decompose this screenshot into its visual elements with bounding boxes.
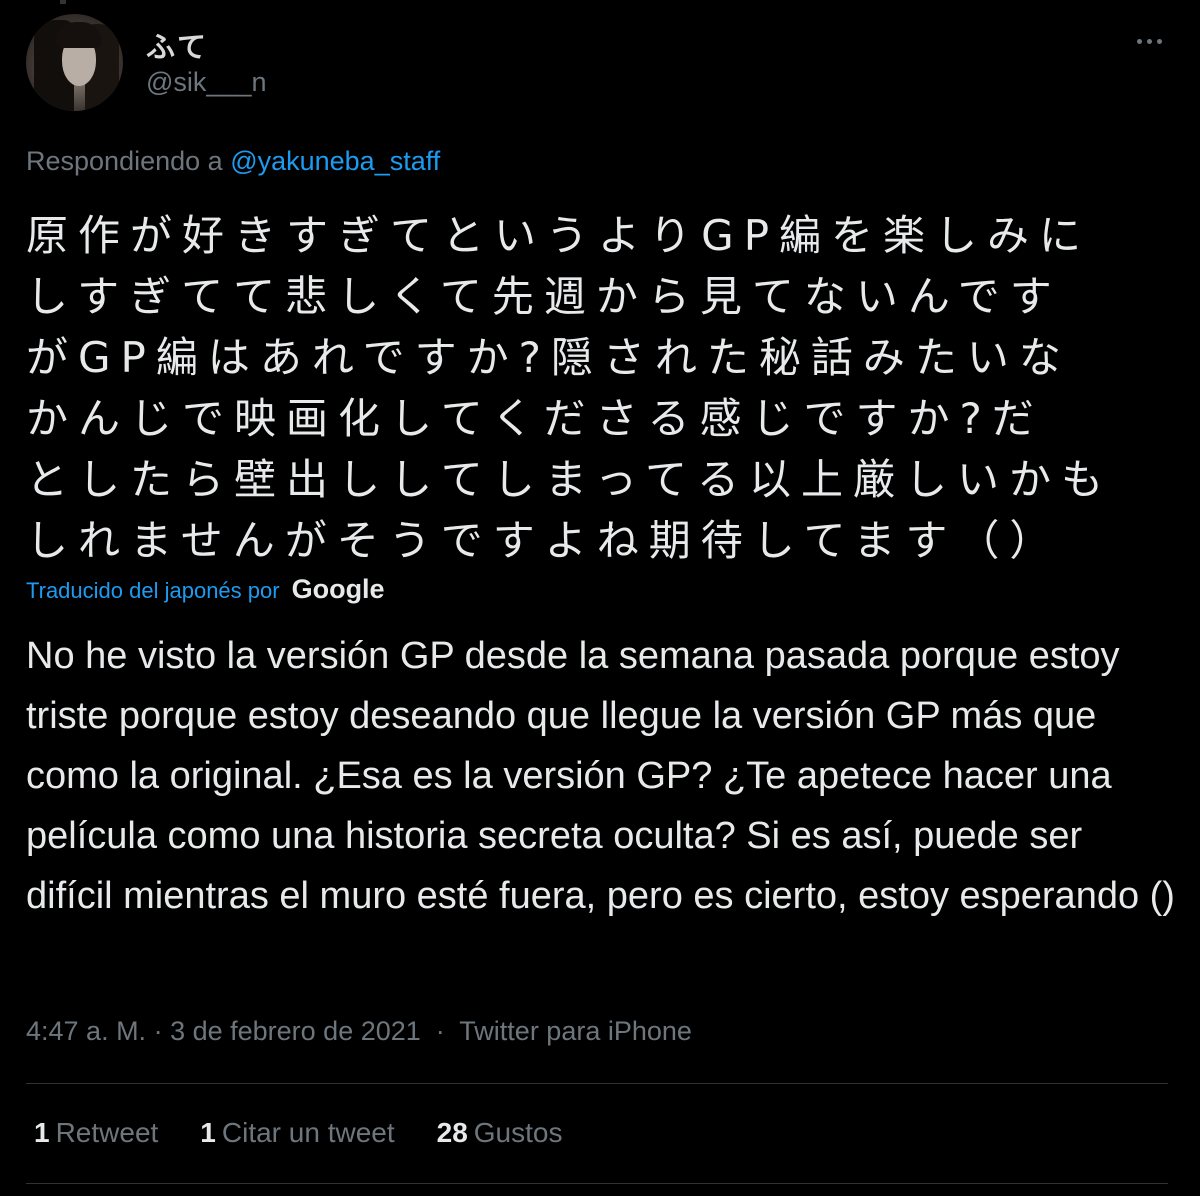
more-horizontal-icon (1136, 38, 1142, 44)
retweets-label: Retweet (55, 1117, 159, 1148)
user-handle[interactable]: @sik___n (146, 67, 266, 98)
replying-to-handle-link[interactable]: @yakuneba_staff (230, 146, 440, 176)
tweet-translated-text: No he visto la versión GP desde la seman… (26, 635, 1175, 917)
replying-to-label: Respondiendo a (26, 146, 223, 176)
tweet-date[interactable]: 3 de febrero de 2021 (170, 1016, 421, 1046)
likes-count: 28 (436, 1117, 468, 1148)
retweets-stat[interactable]: 1 Retweet (34, 1117, 158, 1149)
more-options-button[interactable] (1128, 26, 1170, 56)
quote-tweets-stat[interactable]: 1 Citar un tweet (200, 1117, 394, 1149)
translation-attribution: Traducido del japonés por Google (26, 574, 385, 605)
tweet-original-text: 原作が好きすぎてというよりGP編を楽しみに しすぎてて悲しくて先週から見てないん… (26, 211, 1113, 565)
retweets-count: 1 (34, 1117, 50, 1148)
avatar[interactable] (26, 14, 123, 111)
divider (26, 1183, 1168, 1184)
tweet-meta: 4:47 a. M. · 3 de febrero de 2021 · Twit… (26, 1016, 692, 1047)
top-edge-fragment (60, 0, 66, 4)
likes-stat[interactable]: 28 Gustos (437, 1117, 563, 1149)
google-logo: Google (291, 574, 385, 604)
tweet-source[interactable]: Twitter para iPhone (459, 1016, 692, 1046)
replying-to: Respondiendo a @yakuneba_staff (26, 146, 440, 177)
meta-separator: · (420, 1016, 460, 1046)
quotes-count: 1 (200, 1117, 216, 1148)
likes-label: Gustos (473, 1117, 563, 1148)
more-horizontal-icon-dot (1156, 38, 1162, 44)
quotes-label: Citar un tweet (221, 1117, 395, 1148)
tweet-time[interactable]: 4:47 a. M. (26, 1016, 146, 1046)
avatar-bangs (56, 22, 102, 48)
translated-from-label[interactable]: Traducido del japonés por (26, 578, 280, 604)
more-horizontal-icon-dot (1146, 38, 1152, 44)
meta-separator: · (146, 1016, 171, 1046)
display-name[interactable]: ふて (146, 24, 208, 66)
tweet-stats: 1 Retweet 1 Citar un tweet 28 Gustos (34, 1117, 562, 1149)
divider (26, 1083, 1168, 1084)
